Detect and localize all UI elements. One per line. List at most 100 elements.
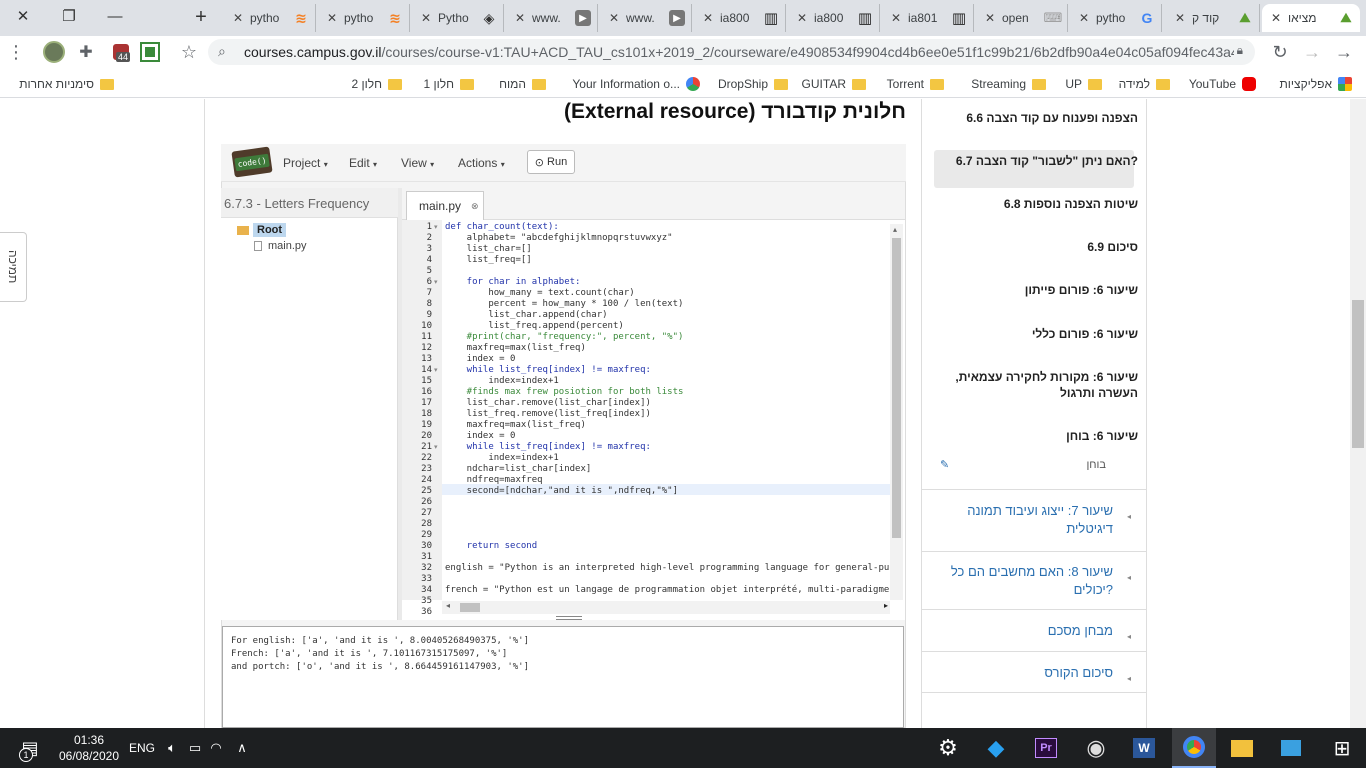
tab-close-icon[interactable]: ✕	[606, 11, 622, 25]
output-resize-handle[interactable]	[556, 616, 582, 620]
browser-tab[interactable]: ✕ open ⌨	[976, 4, 1068, 32]
scroll-up-icon[interactable]: ▴	[893, 225, 897, 234]
browser-tab[interactable]: ✕ www. ▶	[600, 4, 692, 32]
bookmark-apps[interactable]: אפליקציות	[1280, 75, 1352, 93]
clock[interactable]: 01:36 06/08/2020	[52, 728, 126, 768]
nav-section[interactable]: ◂ סיכום הקורס	[922, 651, 1147, 693]
tab-close-icon[interactable]: ✕	[1172, 11, 1188, 25]
fold-arrow-icon[interactable]: ▾	[434, 442, 438, 453]
nav-item[interactable]: 6.9 סיכום	[938, 239, 1138, 255]
back-icon[interactable]: →	[1332, 40, 1356, 64]
avatar[interactable]	[42, 40, 66, 64]
forward-icon[interactable]: →	[1300, 40, 1324, 64]
restore-window-button[interactable]: ❐	[46, 0, 92, 32]
close-window-button[interactable]: ✕	[0, 0, 46, 32]
nav-section[interactable]: ◂ שיעור 8: האם מחשבים הם כל יכולים?	[922, 551, 1147, 609]
tab-close-icon[interactable]: ✕	[230, 11, 246, 25]
tab-close-icon[interactable]: ✕	[418, 11, 434, 25]
editor-horizontal-scrollbar[interactable]: ◂ ▸	[442, 601, 890, 614]
fold-arrow-icon[interactable]: ▾	[434, 277, 438, 288]
tab-close-icon[interactable]: ✕	[888, 11, 904, 25]
obs-app-icon[interactable]: ◉	[1076, 728, 1116, 768]
browser-tab[interactable]: ✕ ia800 ▥	[694, 4, 786, 32]
menu-project[interactable]: Project ▾	[283, 156, 328, 170]
browser-tab[interactable]: ✕ pytho ≋	[318, 4, 410, 32]
nav-section[interactable]: ◂ שיעור 7: ייצוג ועיבוד תמונה דיגיטלית	[922, 489, 1147, 551]
exam-sublabel[interactable]: בוחן	[1086, 459, 1106, 471]
nav-section[interactable]: ◂ מבחן מסכם	[922, 609, 1147, 651]
fold-arrow-icon[interactable]: ▾	[434, 365, 438, 376]
premiere-app-icon[interactable]: Pr	[1026, 728, 1066, 768]
menu-edit[interactable]: Edit ▾	[349, 156, 377, 170]
battery-icon[interactable]: ▭	[184, 728, 206, 768]
nav-item[interactable]: 6.8 שיטות הצפנה נוספות	[938, 196, 1138, 212]
menu-actions[interactable]: Actions ▾	[458, 156, 505, 170]
editor-tab[interactable]: main.py ⊗	[406, 191, 484, 220]
support-tab[interactable]: תמיכה	[0, 232, 27, 302]
browser-tab[interactable]: ✕ pytho G	[1070, 4, 1162, 32]
word-app-icon[interactable]: W	[1124, 728, 1164, 768]
scroll-right-icon[interactable]: ▸	[884, 601, 888, 610]
lock-icon[interactable]: 🔒︎	[1237, 43, 1243, 58]
fold-arrow-icon[interactable]: ▾	[434, 222, 438, 233]
browser-tab-active[interactable]: ✕ מציאו ⛰	[1262, 4, 1360, 32]
reload-icon[interactable]: ↻	[1268, 40, 1292, 64]
tree-root[interactable]: Root	[237, 223, 287, 237]
tab-close-icon[interactable]: ✕	[982, 11, 998, 25]
nav-item[interactable]: שיעור 6: פורום פייתון	[938, 282, 1138, 298]
nav-item[interactable]: שיעור 6: בוחן	[938, 428, 1138, 444]
wifi-icon[interactable]: ◠	[206, 728, 226, 768]
settings-app-icon[interactable]: ⚙	[928, 728, 968, 768]
bookmark-other[interactable]: סימניות אחרות	[19, 75, 114, 93]
menu-dots-icon[interactable]: ⋮	[7, 40, 25, 64]
menu-view[interactable]: View ▾	[401, 156, 434, 170]
bookmark-folder[interactable]: Streaming	[971, 75, 1046, 93]
tab-close-icon[interactable]: ✕	[324, 11, 340, 25]
volume-icon[interactable]: 🔈︎	[160, 728, 184, 768]
notifications-icon[interactable]: ▤ 1	[10, 728, 50, 768]
windows-start-icon[interactable]: ⊞	[1318, 728, 1366, 768]
scrollbar-thumb[interactable]	[892, 238, 901, 538]
bookmark-youtube[interactable]: YouTube	[1189, 75, 1256, 93]
nav-item[interactable]: שיעור 6: פורום כללי	[938, 326, 1138, 342]
language-indicator[interactable]: ENG	[126, 728, 158, 768]
extensions-icon[interactable]: ✚	[75, 40, 97, 64]
nav-item-active[interactable]: 6.7 האם ניתן "לשבור" קוד הצבה?	[938, 153, 1138, 169]
tab-close-icon[interactable]: ✕	[1076, 11, 1092, 25]
browser-tab[interactable]: ✕ קוד ק ⛰	[1166, 4, 1260, 32]
bookmark-star-icon[interactable]: ☆	[178, 40, 200, 64]
bookmark-folder[interactable]: המוח	[499, 75, 546, 93]
page-scrollbar-thumb[interactable]	[1352, 300, 1364, 448]
tree-file[interactable]: main.py	[254, 240, 307, 252]
bookmark-folder[interactable]: UP	[1065, 75, 1102, 93]
tab-close-icon[interactable]: ✕	[1268, 11, 1284, 25]
browser-tab[interactable]: ✕ ia800 ▥	[788, 4, 880, 32]
browser-tab[interactable]: ✕ www. ▶	[506, 4, 598, 32]
tab-close-icon[interactable]: ✕	[700, 11, 716, 25]
extension-badge[interactable]: 44	[108, 40, 134, 64]
tab-close-icon[interactable]: ✕	[794, 11, 810, 25]
edit-icon[interactable]: ✎	[940, 458, 949, 471]
browser-tab[interactable]: ✕ Pytho ◈	[412, 4, 504, 32]
new-tab-button[interactable]: +	[186, 4, 216, 30]
explorer-app-icon[interactable]	[1274, 728, 1308, 768]
bookmark-folder[interactable]: חלון 1	[423, 75, 474, 93]
folder-app-icon[interactable]	[1224, 728, 1260, 768]
bookmark-folder[interactable]: Torrent	[887, 75, 944, 93]
bookmark-folder[interactable]: למידה	[1119, 75, 1170, 93]
vscode-app-icon[interactable]: ◆	[976, 728, 1016, 768]
scrollbar-thumb[interactable]	[460, 603, 480, 612]
run-button[interactable]: ⊙ Run	[527, 150, 575, 174]
tab-close-icon[interactable]: ⊗	[471, 201, 479, 212]
chevron-up-icon[interactable]: ∧	[226, 728, 258, 768]
minimize-window-button[interactable]: —	[92, 0, 138, 32]
url-text[interactable]: courses.campus.gov.il/courses/course-v1:…	[244, 44, 1234, 60]
bookmark-folder[interactable]: חלון 2	[351, 75, 402, 93]
bookmark-folder[interactable]: DropShip	[718, 75, 788, 93]
browser-tab[interactable]: ✕ ia801 ▥	[882, 4, 974, 32]
extension-icon[interactable]	[140, 40, 160, 64]
bookmark-site[interactable]: Your Information o...	[572, 75, 700, 93]
code-editor[interactable]: 1 ▾ 2 3 4 5 6 ▾ 7 8 9 10 11 12 13 14 ▾ 15 16 17 18 19 20 21 ▾ 22 2…	[402, 220, 905, 620]
editor-vertical-scrollbar[interactable]: ▴	[890, 224, 903, 600]
chrome-app-icon[interactable]	[1172, 728, 1216, 768]
